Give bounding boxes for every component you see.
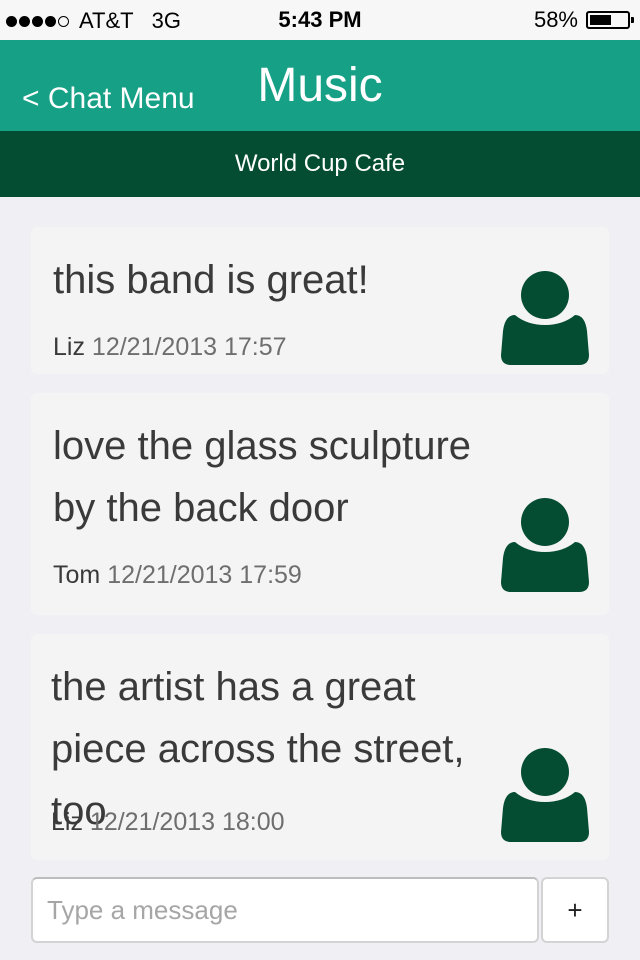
user-icon[interactable]	[501, 496, 589, 592]
nav-bar: < Chat Menu Music	[0, 40, 640, 131]
user-icon[interactable]	[501, 269, 589, 365]
message-meta: Liz 12/21/2013 17:57	[53, 333, 287, 362]
status-bar: AT&T 3G 5:43 PM 58%	[0, 0, 640, 40]
message-author: Tom	[53, 561, 101, 589]
battery-percent: 58%	[533, 7, 578, 32]
message-meta: Tom 12/21/2013 17:59	[53, 561, 302, 590]
status-right: 58%	[533, 7, 634, 33]
message-item: this band is great! Liz 12/21/2013 17:57	[31, 227, 609, 374]
battery-fill	[590, 15, 611, 25]
location-header: World Cup Cafe	[0, 131, 640, 197]
message-meta: Liz 12/21/2013 18:00	[51, 808, 285, 837]
message-timestamp: 12/21/2013 17:59	[107, 561, 302, 589]
user-icon[interactable]	[501, 746, 589, 842]
message-input[interactable]	[31, 877, 539, 943]
message-text: this band is great!	[53, 258, 369, 302]
battery-tip	[631, 17, 634, 23]
message-list: this band is great! Liz 12/21/2013 17:57…	[31, 227, 609, 879]
message-author: Liz	[51, 808, 83, 836]
location-name: World Cup Cafe	[234, 150, 406, 177]
battery-icon	[586, 11, 634, 29]
message-timestamp: 12/21/2013 17:57	[91, 333, 287, 361]
message-author: Liz	[53, 333, 85, 361]
message-text: love the glass sculpture by the back doo…	[53, 424, 472, 530]
add-button[interactable]: +	[541, 877, 609, 943]
message-item: love the glass sculpture by the back doo…	[31, 393, 609, 615]
message-timestamp: 12/21/2013 18:00	[89, 808, 285, 836]
message-composer: +	[31, 877, 609, 943]
message-item: the artist has a great piece across the …	[31, 634, 609, 860]
page-title: Music	[257, 59, 383, 112]
